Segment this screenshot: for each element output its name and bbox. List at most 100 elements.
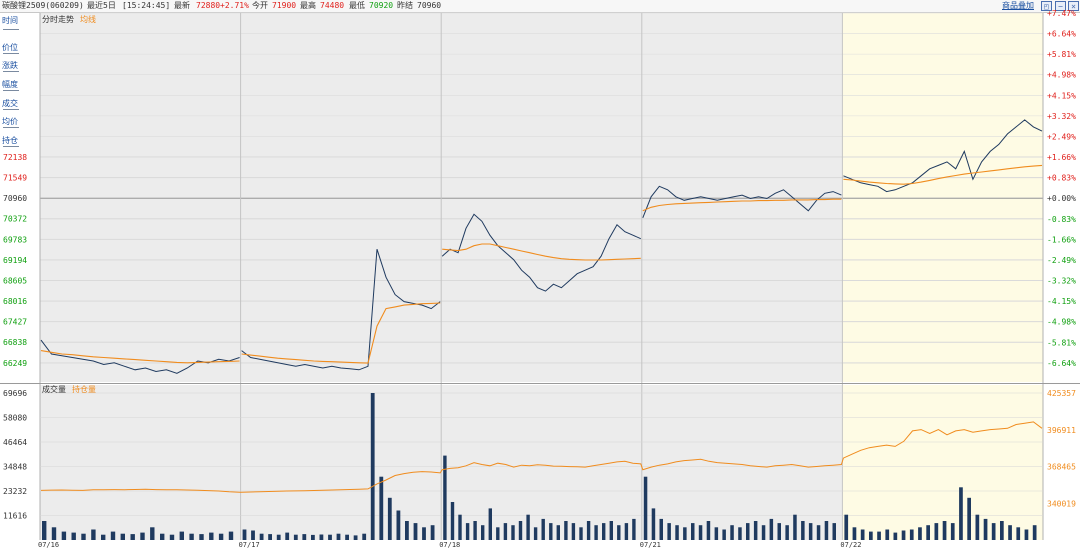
volume-bar [276, 534, 281, 540]
volume-bar [975, 514, 980, 540]
volume-bar [844, 514, 849, 540]
volume-bar [579, 527, 583, 540]
right-axis-tick-label: -4.15% [1047, 297, 1076, 306]
volume-bar [488, 508, 492, 540]
volume-bar [571, 523, 576, 540]
volume-bar [624, 523, 629, 540]
date-tick-label: 07/17 [239, 541, 260, 548]
volume-axis-tick-label: 58080 [3, 414, 27, 423]
left-axis-tick-label: 69783 [3, 235, 27, 244]
volume-bar [443, 455, 447, 540]
volume-bar [824, 521, 829, 540]
volume-bar [541, 518, 545, 540]
volume-bar [877, 531, 881, 540]
right-axis-tick-label: +6.64% [1047, 30, 1076, 39]
volume-bar [706, 521, 711, 540]
left-axis-tick-label: 68605 [3, 276, 27, 285]
date-tick-label: 07/22 [840, 541, 861, 548]
volume-bar [901, 530, 906, 540]
volume-bar [556, 525, 560, 540]
volume-bar [869, 531, 873, 540]
volume-bar [362, 533, 367, 540]
volume-bar [81, 533, 86, 540]
volume-bar [405, 521, 409, 540]
volume-bar [169, 534, 175, 540]
volume-bar [753, 521, 758, 540]
volume-bar [533, 527, 538, 540]
volume-bar [473, 521, 477, 540]
volume-axis-tick-label: 34848 [3, 463, 27, 472]
volume-bar [785, 525, 789, 540]
volume-bar [379, 476, 384, 540]
volume-bar [808, 523, 813, 540]
volume-bar [336, 533, 341, 540]
volume-bar [602, 523, 606, 540]
volume-bar [242, 529, 247, 540]
volume-bar [950, 523, 955, 540]
volume-bar [761, 525, 766, 540]
volume-bar [885, 529, 890, 540]
volume-axis-tick-label: 69696 [3, 389, 27, 398]
volume-bar [777, 523, 781, 540]
left-axis-tick-label: 71549 [3, 174, 27, 183]
volume-bar [1000, 521, 1004, 540]
volume-bar [130, 534, 135, 540]
volume-bar [228, 531, 234, 540]
open-interest-axis-tick-label: 396911 [1047, 426, 1076, 435]
price-panel-label: 分时走势 [42, 14, 74, 24]
volume-bar [526, 514, 530, 540]
volume-bar [991, 523, 996, 540]
volume-bar [259, 533, 264, 540]
left-axis-tick-label: 66249 [3, 359, 27, 368]
volume-bar [328, 534, 332, 540]
volume-bar [302, 534, 307, 540]
volume-bar [659, 518, 663, 540]
volume-bar [769, 518, 774, 540]
date-tick-label: 07/18 [439, 541, 460, 548]
volume-bar [450, 502, 455, 540]
volume-bar [918, 527, 922, 540]
volume-bar [140, 532, 145, 540]
volume-bar [1024, 529, 1029, 540]
volume-panel-label: 成交量 [42, 384, 66, 394]
volume-bar [179, 531, 184, 540]
today-background [842, 385, 1043, 540]
open-interest-axis-tick-label: 425357 [1047, 389, 1076, 398]
right-axis-tick-label: -1.66% [1047, 235, 1076, 244]
volume-bar [926, 525, 930, 540]
date-tick-label: 07/21 [640, 541, 661, 548]
volume-bar [967, 497, 971, 540]
volume-bar [609, 521, 613, 540]
volume-bar [189, 533, 194, 540]
volume-bar [319, 534, 324, 540]
volume-bar [730, 525, 734, 540]
left-axis-tick-label: 67427 [3, 318, 27, 327]
open-interest-axis-tick-label: 368465 [1047, 463, 1076, 472]
volume-bar [150, 527, 155, 540]
volume-bar [370, 393, 375, 540]
volume-axis-tick-label: 23232 [3, 487, 27, 496]
volume-bar [586, 521, 591, 540]
today-background [842, 13, 1043, 382]
volume-bar [909, 529, 914, 540]
volume-bar [801, 521, 805, 540]
volume-bar [387, 497, 392, 540]
intraday-chart[interactable]: +7.47% +6.64% +5.81% +4.98% +4.15% +3.32% +2.4… [0, 0, 1080, 548]
right-axis-tick-label: -4.98% [1047, 318, 1076, 327]
right-axis-tick-label: +4.15% [1047, 91, 1076, 100]
volume-bar [632, 518, 636, 540]
volume-bar [285, 532, 290, 540]
volume-bar [51, 527, 57, 540]
volume-bar [518, 521, 523, 540]
volume-bar [643, 476, 648, 540]
volume-bar [683, 527, 687, 540]
right-axis-tick-label: +1.66% [1047, 153, 1076, 162]
left-axis-tick-label: 69194 [3, 256, 27, 265]
volume-bar [1008, 525, 1012, 540]
right-axis-tick-label: +0.00% [1047, 194, 1076, 203]
right-axis-tick-label: +2.49% [1047, 132, 1076, 141]
volume-bar [746, 523, 750, 540]
volume-bar [101, 534, 106, 540]
volume-bar [549, 523, 553, 540]
volume-bar [959, 487, 963, 540]
